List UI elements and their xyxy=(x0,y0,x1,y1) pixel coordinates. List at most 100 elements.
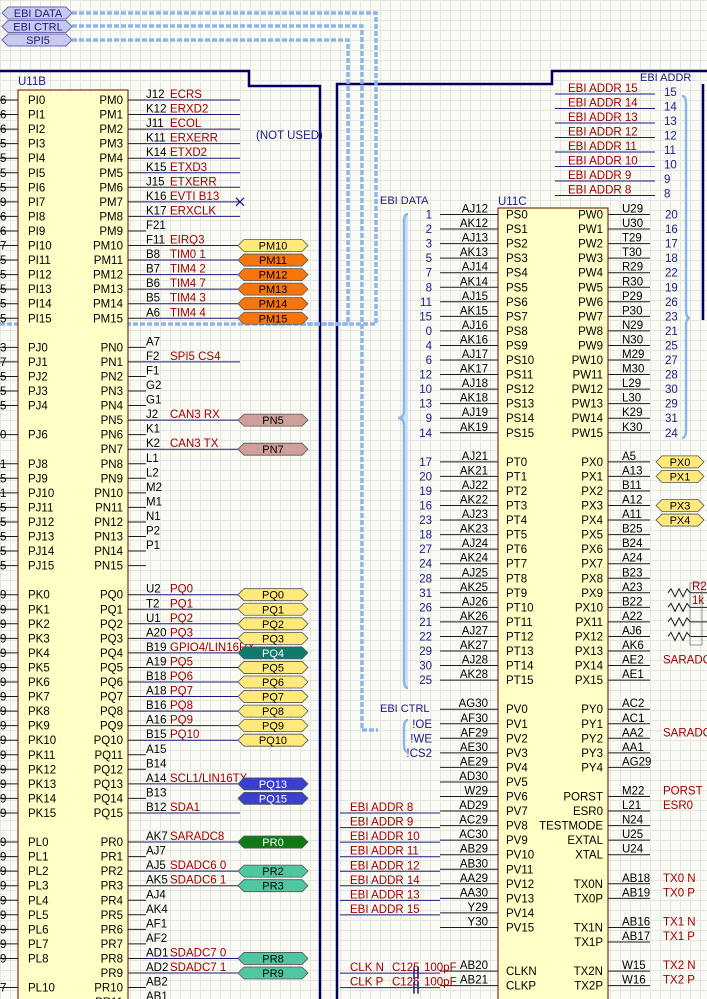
u11c-bus-index: 26 xyxy=(419,602,432,614)
u11c-right-pin-number: T29 xyxy=(622,233,642,245)
u11b-net-flag-pm13-text: PM13 xyxy=(259,284,288,296)
u11b-net-flag-pm10: PM10 xyxy=(237,239,309,253)
u11c-right-pin-number: AC2 xyxy=(622,698,644,710)
u11b-right-pin-number: G1 xyxy=(146,395,161,407)
u11b-left-pin-number: 5 xyxy=(0,532,6,544)
u11c-right-pin-name: TESTMODE xyxy=(539,821,603,833)
u11b-left-pin-name: PK13 xyxy=(28,779,56,791)
u11b-right-pin-number: K12 xyxy=(146,104,166,116)
u11b-right-pin-number: J12 xyxy=(146,89,165,101)
u11c-right-pin-name: PW5 xyxy=(578,282,603,294)
u11b-net-label: ECRS xyxy=(170,89,202,101)
top-port-0: EBI DATA xyxy=(1,6,73,20)
u11b-net-flag-pq1: PQ1 xyxy=(237,602,309,616)
u11c-right-pin-name: ESR0 xyxy=(573,806,603,818)
u11c-left-pin-number: AJ28 xyxy=(462,655,488,667)
u11b-right-pin-number: J2 xyxy=(146,409,158,421)
u11c-right-pin-name: PX12 xyxy=(575,631,603,643)
u11b-net-label: SDADC6 1 xyxy=(170,875,226,887)
u11c-right-pin-number: B11 xyxy=(622,480,642,492)
u11b-net-flag-pm12: PM12 xyxy=(237,268,309,282)
u11c-left-pin-number: AJ25 xyxy=(462,567,488,579)
u11c-left-pin-name: PV8 xyxy=(506,821,528,833)
u11c-right-pin-name: TX0P xyxy=(574,893,603,905)
u11c-right-pin-name: PW13 xyxy=(572,399,603,411)
u11b-right-pin-name: PM10 xyxy=(93,241,123,253)
ebi-addr-left-label: EBI ADDR 14 xyxy=(350,875,420,887)
u11c-right-pin-name: PW2 xyxy=(578,239,603,251)
u11c-left-pin-number: AK24 xyxy=(460,553,489,565)
u11b-left-pin-number: 5 xyxy=(0,182,6,194)
u11c-right-net-label: SARADC xyxy=(663,655,707,667)
u11c-right-pin-name: PX8 xyxy=(581,573,603,585)
u11c-right-pin-name: PORST xyxy=(563,792,603,804)
u11b-net-label: TIM4 4 xyxy=(170,307,206,319)
u11c-right-pin-name: PX1 xyxy=(581,471,603,483)
u11c-right-net-label: TX2 N xyxy=(663,960,696,972)
u11b-right-pin-number: K11 xyxy=(146,133,166,145)
u11c-right-pin-name: PW15 xyxy=(572,428,603,440)
u11c-right-pin-number: AB19 xyxy=(622,887,650,899)
ebi-addr-top-index: 10 xyxy=(664,160,677,172)
u11c-left-pin-number: AK13 xyxy=(460,247,488,259)
u11c-left-pin-name: PS0 xyxy=(506,210,528,222)
u11b-right-pin-number: J15 xyxy=(146,176,165,188)
u11b-right-pin-name: PN14 xyxy=(94,546,123,558)
u11b-right-pin-name: PM15 xyxy=(93,313,123,325)
u11b-left-pin-name: PL8 xyxy=(28,953,48,965)
u11b-net-label: TIM4 7 xyxy=(170,278,206,290)
u11b-right-pin-number: B14 xyxy=(146,758,167,770)
u11c-right-net-label: TX2 P xyxy=(663,975,695,987)
u11b-left-pin-number: 6 xyxy=(0,95,6,107)
u11c-addr-index: 31 xyxy=(665,413,678,425)
u11b-right-pin-name: PN8 xyxy=(101,459,123,471)
u11b-right-pin-name: PQ8 xyxy=(100,706,123,718)
u11b-net-flag-pm14-text: PM14 xyxy=(259,299,288,311)
u11c-right-pin-number: K30 xyxy=(622,422,642,434)
u11b-left-pin-number: 9 xyxy=(0,793,6,805)
u11b-left-pin-number: 9 xyxy=(0,706,6,718)
u11c-addr-index: 25 xyxy=(665,340,678,352)
u11c-px-flag-px0-text: PX0 xyxy=(670,457,691,469)
u11b-left-pin-name: PI3 xyxy=(28,139,45,151)
u11c-right-pin-name: TX1N xyxy=(574,922,603,934)
u11b-left-pin-number: 1 xyxy=(0,488,6,500)
u11c-left-pin-number: AJ22 xyxy=(462,480,488,492)
u11b-right-pin-number: A14 xyxy=(146,773,167,785)
u11b-right-pin-name: PN5 xyxy=(101,415,123,427)
u11b-left-pin-number: 9 xyxy=(0,750,6,762)
u11c-left-pin-number: AK12 xyxy=(460,218,488,230)
u11c-left-pin-number: Y30 xyxy=(468,916,488,928)
u11c-bus-index: 8 xyxy=(426,282,432,294)
u11b-right-pin-name: PR9 xyxy=(101,968,123,980)
u11b-right-pin-number: A15 xyxy=(146,744,166,756)
u11b-left-pin-name: PJ0 xyxy=(28,342,48,354)
u11c-right-pin-number: B25 xyxy=(622,524,642,536)
u11c-addr-index: 26 xyxy=(665,297,678,309)
u11c-px-flag-px3-text: PX3 xyxy=(670,501,691,513)
u11b-left-pin-number: 9 xyxy=(0,633,6,645)
u11b-net-flag-pr9: PR9 xyxy=(237,966,309,980)
u11b-left-pin-name: PK9 xyxy=(28,721,50,733)
u11c-bus-index: !OE xyxy=(412,719,432,731)
u11c-right-pin-number: P29 xyxy=(622,291,642,303)
ebi-addr-left-net: EBI ADDR 12 xyxy=(340,860,440,872)
u11b-right-pin-number: AJ5 xyxy=(146,860,166,872)
u11b-right-pin-name: PQ4 xyxy=(100,648,124,660)
u11c-right-pin-name: PY3 xyxy=(581,748,603,760)
u11c-left-pin-number: AK22 xyxy=(460,495,488,507)
u11c-bus-index: 29 xyxy=(419,646,432,658)
u11b-right-pin-name: PR5 xyxy=(101,910,123,922)
u11b-left-pin-name: PK0 xyxy=(28,590,50,602)
u11b-net-label: SDADC7 0 xyxy=(170,947,226,959)
u11b-right-pin-number: M1 xyxy=(146,496,162,508)
u11c-left-pin-number: AF30 xyxy=(461,713,489,725)
u11c-left-pin-number: AJ13 xyxy=(462,233,488,245)
ebi-addr-left-net: EBI ADDR 9 xyxy=(340,817,440,829)
u11c-bus-index: 1 xyxy=(426,210,432,222)
u11c-bus-index: 5 xyxy=(426,253,432,265)
u11c-right-pin-name: PX3 xyxy=(581,501,603,513)
u11c-bus-index: 24 xyxy=(419,559,432,571)
u11b-left-pin-number: 1 xyxy=(0,459,6,471)
u11c-left-pin-name: PT0 xyxy=(506,457,527,469)
